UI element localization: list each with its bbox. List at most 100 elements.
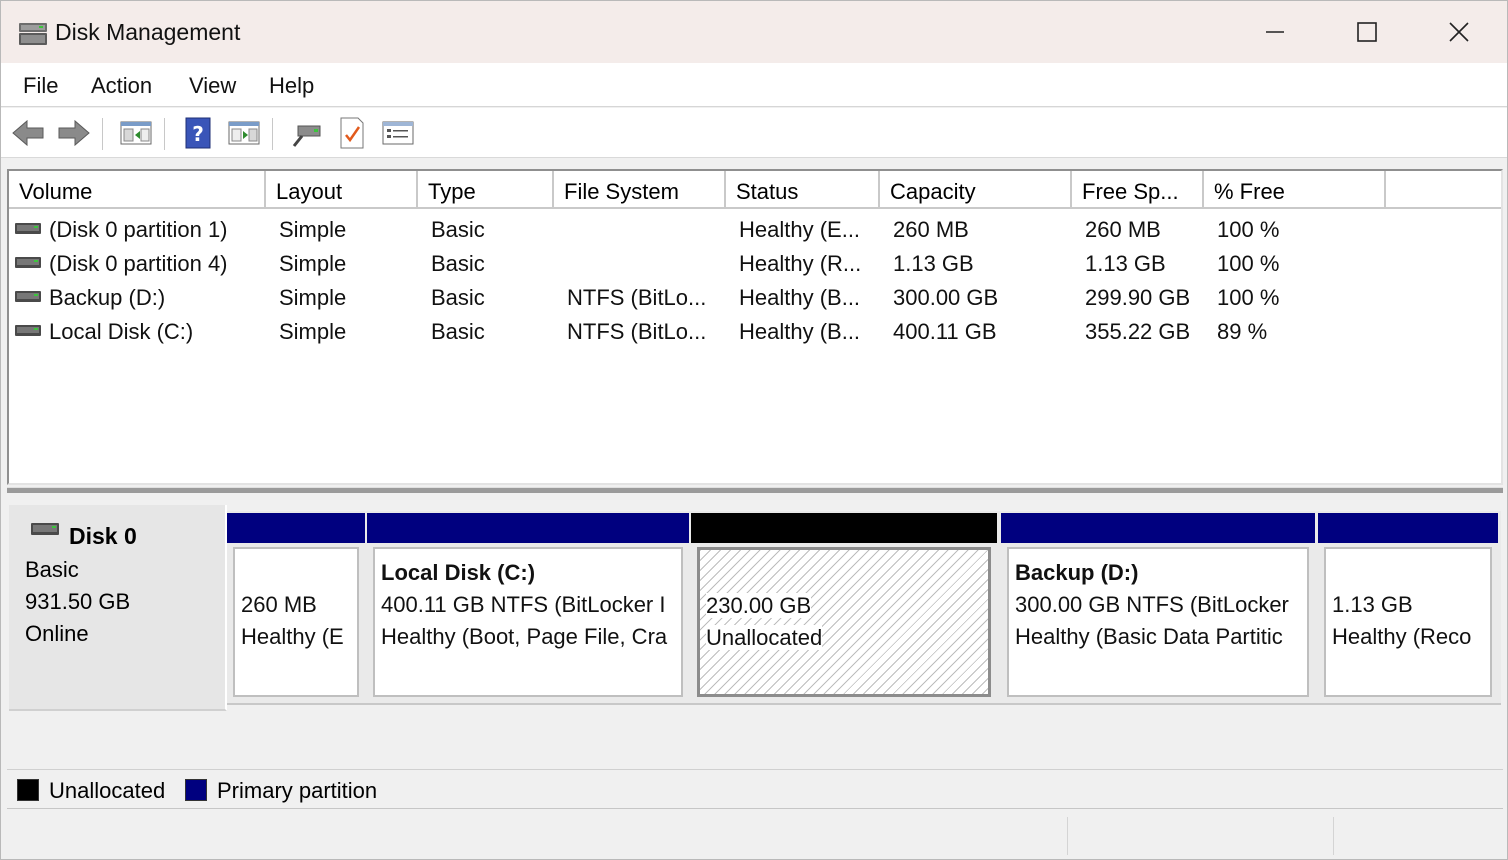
status-bar-separator bbox=[1067, 817, 1068, 855]
partition-title bbox=[1332, 557, 1490, 589]
partition-status: Healthy (Basic Data Partitic bbox=[1015, 624, 1283, 649]
menu-help[interactable]: Help bbox=[269, 73, 314, 99]
partition-color-bar bbox=[1001, 513, 1315, 543]
title-bar[interactable]: Disk Management bbox=[1, 1, 1507, 63]
disk-0-partitions: 260 MB Healthy (E Local Disk (C:) 400.11… bbox=[227, 511, 1501, 705]
checkmark-properties-button[interactable] bbox=[335, 116, 369, 150]
partition-efi[interactable]: 260 MB Healthy (E bbox=[227, 511, 365, 703]
cell-status: Healthy (B... bbox=[739, 285, 861, 310]
partition-title: Backup (D:) bbox=[1015, 560, 1139, 585]
cell-type: Basic bbox=[431, 217, 485, 242]
window-title: Disk Management bbox=[55, 19, 241, 45]
partition-local-disk-c[interactable]: Local Disk (C:) 400.11 GB NTFS (BitLocke… bbox=[367, 511, 689, 703]
disk-name: Disk 0 bbox=[69, 523, 137, 549]
svg-text:?: ? bbox=[192, 122, 204, 146]
partition-status: Unallocated bbox=[706, 625, 823, 650]
cell-layout: Simple bbox=[279, 251, 347, 276]
cell-layout: Simple bbox=[279, 319, 347, 344]
maximize-button[interactable] bbox=[1321, 1, 1413, 63]
cell-capacity: 400.11 GB bbox=[893, 319, 997, 344]
partition-unallocated[interactable]: 230.00 GB Unallocated bbox=[691, 511, 997, 703]
forward-arrow-icon bbox=[58, 119, 90, 147]
partition-title bbox=[706, 558, 988, 590]
cell-volume: Backup (D:) bbox=[49, 285, 166, 310]
volume-drive-icon bbox=[15, 223, 41, 234]
toolbar-separator bbox=[102, 118, 103, 150]
partition-size: 260 MB bbox=[241, 592, 317, 617]
volume-list: Volume Layout Type File System Status Ca… bbox=[7, 169, 1503, 485]
legend-label-unallocated: Unallocated bbox=[49, 778, 166, 803]
cell-free-space: 260 MB bbox=[1085, 217, 1161, 242]
close-button[interactable] bbox=[1413, 1, 1505, 63]
partition-color-bar bbox=[691, 513, 997, 543]
status-bar-separator bbox=[1333, 817, 1334, 855]
connect-icon bbox=[292, 125, 321, 147]
back-button[interactable] bbox=[11, 116, 45, 150]
legend-label-primary: Primary partition bbox=[217, 778, 378, 803]
cell-layout: Simple bbox=[279, 217, 347, 242]
cell-capacity: 1.13 GB bbox=[893, 251, 974, 276]
console-tree-icon bbox=[120, 121, 152, 145]
partition-color-bar bbox=[367, 513, 689, 543]
toolbar-separator bbox=[164, 118, 165, 150]
disk-icon bbox=[31, 523, 59, 535]
cell-free-space: 1.13 GB bbox=[1085, 251, 1166, 276]
column-header-layout[interactable]: Layout bbox=[266, 171, 418, 209]
table-row[interactable]: (Disk 0 partition 1) Simple Basic Health… bbox=[9, 213, 1501, 247]
cell-volume: (Disk 0 partition 4) bbox=[49, 251, 228, 276]
help-button[interactable]: ? bbox=[181, 116, 215, 150]
cell-type: Basic bbox=[431, 285, 485, 310]
disk-size: 931.50 GB bbox=[25, 589, 131, 614]
column-header-file-system[interactable]: File System bbox=[554, 171, 726, 209]
show-hide-action-pane-button[interactable] bbox=[227, 116, 261, 150]
column-header-free-space[interactable]: Free Sp... bbox=[1072, 171, 1204, 209]
column-header-volume[interactable]: Volume bbox=[9, 171, 266, 209]
partition-size: 300.00 GB NTFS (BitLocker bbox=[1015, 592, 1289, 617]
check-icon bbox=[340, 117, 364, 149]
forward-button[interactable] bbox=[57, 116, 91, 150]
disk-type: Basic bbox=[25, 557, 79, 582]
table-row[interactable]: (Disk 0 partition 4) Simple Basic Health… bbox=[9, 247, 1501, 281]
cell-status: Healthy (R... bbox=[739, 251, 862, 276]
partition-title: Local Disk (C:) bbox=[381, 560, 536, 585]
cell-capacity: 300.00 GB bbox=[893, 285, 999, 310]
partition-details: 1.13 GB Healthy (Reco bbox=[1324, 547, 1492, 697]
action-pane-icon bbox=[228, 121, 260, 145]
partition-title bbox=[241, 557, 357, 589]
cell-capacity: 260 MB bbox=[893, 217, 969, 242]
menu-file[interactable]: File bbox=[23, 73, 58, 99]
cell-file-system: NTFS (BitLo... bbox=[567, 319, 707, 344]
minimize-button[interactable] bbox=[1229, 1, 1321, 63]
menu-action[interactable]: Action bbox=[91, 73, 152, 99]
partition-status: Healthy (Boot, Page File, Cra bbox=[381, 624, 668, 649]
cell-percent-free: 100 % bbox=[1217, 285, 1280, 310]
minimize-icon bbox=[1266, 31, 1284, 33]
list-properties-button[interactable] bbox=[381, 116, 415, 150]
partition-status: Healthy (Reco bbox=[1332, 624, 1472, 649]
help-icon: ? bbox=[185, 117, 211, 149]
column-header-capacity[interactable]: Capacity bbox=[880, 171, 1072, 209]
table-row[interactable]: Local Disk (C:) Simple Basic NTFS (BitLo… bbox=[9, 315, 1501, 349]
connect-virtual-disk-button[interactable] bbox=[289, 116, 323, 150]
column-header-filler bbox=[1386, 171, 1501, 209]
maximize-icon bbox=[1357, 22, 1377, 42]
menu-view[interactable]: View bbox=[189, 73, 236, 99]
column-header-percent-free[interactable]: % Free bbox=[1204, 171, 1386, 209]
table-row[interactable]: Backup (D:) Simple Basic NTFS (BitLo... … bbox=[9, 281, 1501, 315]
partition-size: 400.11 GB NTFS (BitLocker I bbox=[381, 592, 666, 617]
close-icon bbox=[1449, 22, 1469, 42]
column-header-type[interactable]: Type bbox=[418, 171, 554, 209]
cell-percent-free: 100 % bbox=[1217, 217, 1280, 242]
column-header-status[interactable]: Status bbox=[726, 171, 880, 209]
partition-backup-d[interactable]: Backup (D:) 300.00 GB NTFS (BitLocker He… bbox=[1001, 511, 1315, 703]
disk-0-label[interactable]: Disk 0 Basic 931.50 GB Online bbox=[9, 505, 227, 711]
disk-management-window: Disk Management File Action View Help ? bbox=[0, 0, 1508, 860]
cell-free-space: 299.90 GB bbox=[1085, 285, 1191, 310]
cell-free-space: 355.22 GB bbox=[1085, 319, 1191, 344]
partition-recovery[interactable]: 1.13 GB Healthy (Reco bbox=[1318, 511, 1498, 703]
show-hide-console-tree-button[interactable] bbox=[119, 116, 153, 150]
disk-state: Online bbox=[25, 621, 89, 646]
cell-layout: Simple bbox=[279, 285, 347, 310]
partition-details: Local Disk (C:) 400.11 GB NTFS (BitLocke… bbox=[373, 547, 683, 697]
volume-drive-icon bbox=[15, 257, 41, 268]
